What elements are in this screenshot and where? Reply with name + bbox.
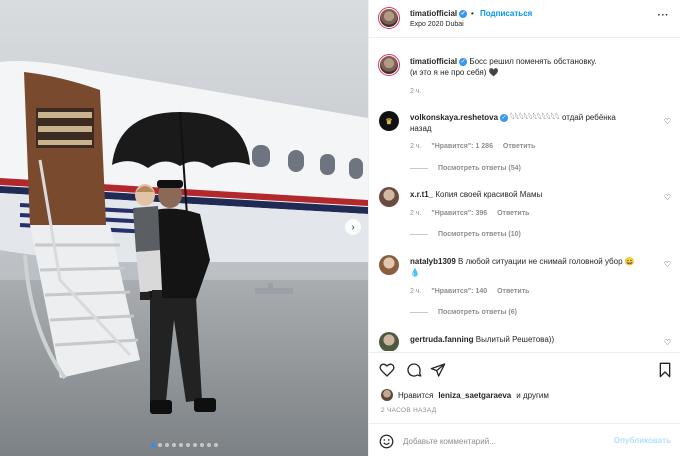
carousel-dot[interactable] <box>171 443 176 447</box>
commenter-avatar[interactable] <box>379 255 399 275</box>
follow-button[interactable]: Подписаться <box>480 9 532 18</box>
comment-time: 2 ч. <box>410 143 422 150</box>
carousel-dot[interactable] <box>206 443 211 447</box>
carousel-dot[interactable] <box>185 443 190 447</box>
post-sidebar: timatiofficial ✓ • Подписаться Expo 2020 … <box>368 0 680 456</box>
bookmark-icon[interactable] <box>657 362 673 378</box>
commenter-avatar[interactable]: ♛ <box>379 111 399 131</box>
carousel-dot[interactable] <box>164 443 169 447</box>
commenter-avatar[interactable] <box>379 187 399 207</box>
caption-line1: Босс решил поменять обстановку. <box>469 57 597 66</box>
comment-text: Вылитый Решетова)) <box>475 335 555 344</box>
emoji-icon[interactable] <box>379 434 394 449</box>
comment-composer: Опубликовать <box>369 423 680 456</box>
comment-likes[interactable]: "Нравится": 1 286 <box>431 143 493 150</box>
carousel-dot[interactable] <box>150 443 155 447</box>
comment-time: 2 ч. <box>410 210 422 217</box>
view-replies-button[interactable]: Посмотреть ответы (6) <box>410 309 517 316</box>
comment-username[interactable]: gertruda.fanning <box>410 335 474 344</box>
comment-item: x.r.t1_ Копия своей красивой Мамы <box>410 189 660 200</box>
author-avatar[interactable] <box>378 7 400 29</box>
comment-meta: 2 ч. "Нравится": 140 Ответить <box>410 288 537 295</box>
caption-author[interactable]: timatiofficial <box>410 57 457 66</box>
photo-illustration <box>0 0 368 456</box>
comment-likes[interactable]: "Нравится": 140 <box>431 288 487 295</box>
heart-icon[interactable]: ♡ <box>664 260 671 269</box>
post-actions: Нравится leniza_saetgaraeva и другим 2 Ч… <box>369 352 680 456</box>
comment-username[interactable]: volkonskaya.reshetova <box>410 113 498 122</box>
comment-likes[interactable]: "Нравится": 396 <box>431 210 487 217</box>
comment-text: В любой ситуации не снимай головной убор… <box>458 257 635 266</box>
likes-prefix: Нравится <box>398 390 434 400</box>
heart-icon[interactable]: ♡ <box>664 338 671 347</box>
liker-username[interactable]: leniza_saetgaraeva <box>438 391 511 400</box>
comment-icon[interactable] <box>406 362 422 378</box>
comment-item: gertruda.fanning Вылитый Решетова)) <box>410 334 660 345</box>
comment-item: natalyb1309 В любой ситуации не снимай г… <box>410 256 660 278</box>
header-separator: • <box>471 9 474 18</box>
instagram-post-view: › timatiofficial ✓ • Подписаться Expo 202… <box>0 0 680 456</box>
comment-meta: 2 ч. "Нравится": 396 Ответить <box>410 210 537 217</box>
comment-item: volkonskaya.reshetova ✓ 𓆩𓆩𓆩𓆩𓆩𓆩𓆩𓆩𓆩𓆩𓆩 отдай… <box>410 112 660 134</box>
comment-username[interactable]: x.r.t1_ <box>410 190 433 199</box>
commenter-avatar[interactable] <box>379 332 399 351</box>
heart-icon[interactable]: ♡ <box>664 117 671 126</box>
comment-input[interactable] <box>403 433 603 449</box>
author-username[interactable]: timatiofficial <box>410 9 457 18</box>
post-header: timatiofficial ✓ • Подписаться Expo 2020 … <box>369 0 680 38</box>
post-timestamp[interactable]: 2 ЧАСОВ НАЗАД <box>381 407 436 414</box>
reply-button[interactable]: Ответить <box>503 143 535 150</box>
caption: timatiofficial ✓ Босс решил поменять обст… <box>410 56 660 78</box>
carousel-dot[interactable] <box>178 443 183 447</box>
heart-icon[interactable]: ♡ <box>664 193 671 202</box>
caption-author-avatar[interactable] <box>378 54 400 76</box>
verified-badge-icon: ✓ <box>500 113 509 122</box>
view-replies-button[interactable]: Посмотреть ответы (10) <box>410 231 521 238</box>
comment-meta: 2 ч. "Нравится": 1 286 Ответить <box>410 143 543 150</box>
carousel-dot[interactable] <box>199 443 204 447</box>
view-replies-button[interactable]: Посмотреть ответы (54) <box>410 165 521 172</box>
caption-line2: (и это я не про себя) 🖤 <box>410 68 499 77</box>
likes-suffix[interactable]: и другим <box>516 391 549 400</box>
comment-time: 2 ч. <box>410 288 422 295</box>
verified-badge-icon: ✓ <box>459 9 468 18</box>
post-photo[interactable]: › <box>0 0 368 456</box>
likes-summary: Нравится leniza_saetgaraeva и другим <box>381 389 549 401</box>
liker-avatar[interactable] <box>381 389 393 401</box>
carousel-dots <box>0 443 368 447</box>
carousel-dot[interactable] <box>213 443 218 447</box>
heart-icon[interactable] <box>379 362 395 378</box>
verified-badge-icon: ✓ <box>459 57 468 66</box>
author-username-row[interactable]: timatiofficial ✓ <box>410 9 468 18</box>
comment-text-cont: назад <box>410 124 432 133</box>
comment-username[interactable]: natalyb1309 <box>410 257 456 266</box>
caption-time: 2 ч. <box>410 88 422 95</box>
reply-button[interactable]: Ответить <box>497 210 529 217</box>
post-location[interactable]: Expo 2020 Dubai <box>410 21 464 28</box>
reply-button[interactable]: Ответить <box>497 288 529 295</box>
comment-text: Копия своей красивой Мамы <box>435 190 543 199</box>
carousel-dot[interactable] <box>157 443 162 447</box>
comment-text-cont: 💧 <box>410 268 420 277</box>
carousel-dot[interactable] <box>192 443 197 447</box>
comments-list: timatiofficial ✓ Босс решил поменять обст… <box>369 39 680 351</box>
publish-button[interactable]: Опубликовать <box>614 436 671 445</box>
comment-text: 𓆩𓆩𓆩𓆩𓆩𓆩𓆩𓆩𓆩𓆩𓆩 отдай ребёнка <box>510 113 616 122</box>
share-icon[interactable] <box>430 362 446 378</box>
more-options-icon[interactable]: ··· <box>658 10 670 21</box>
next-arrow-icon[interactable]: › <box>345 219 361 235</box>
